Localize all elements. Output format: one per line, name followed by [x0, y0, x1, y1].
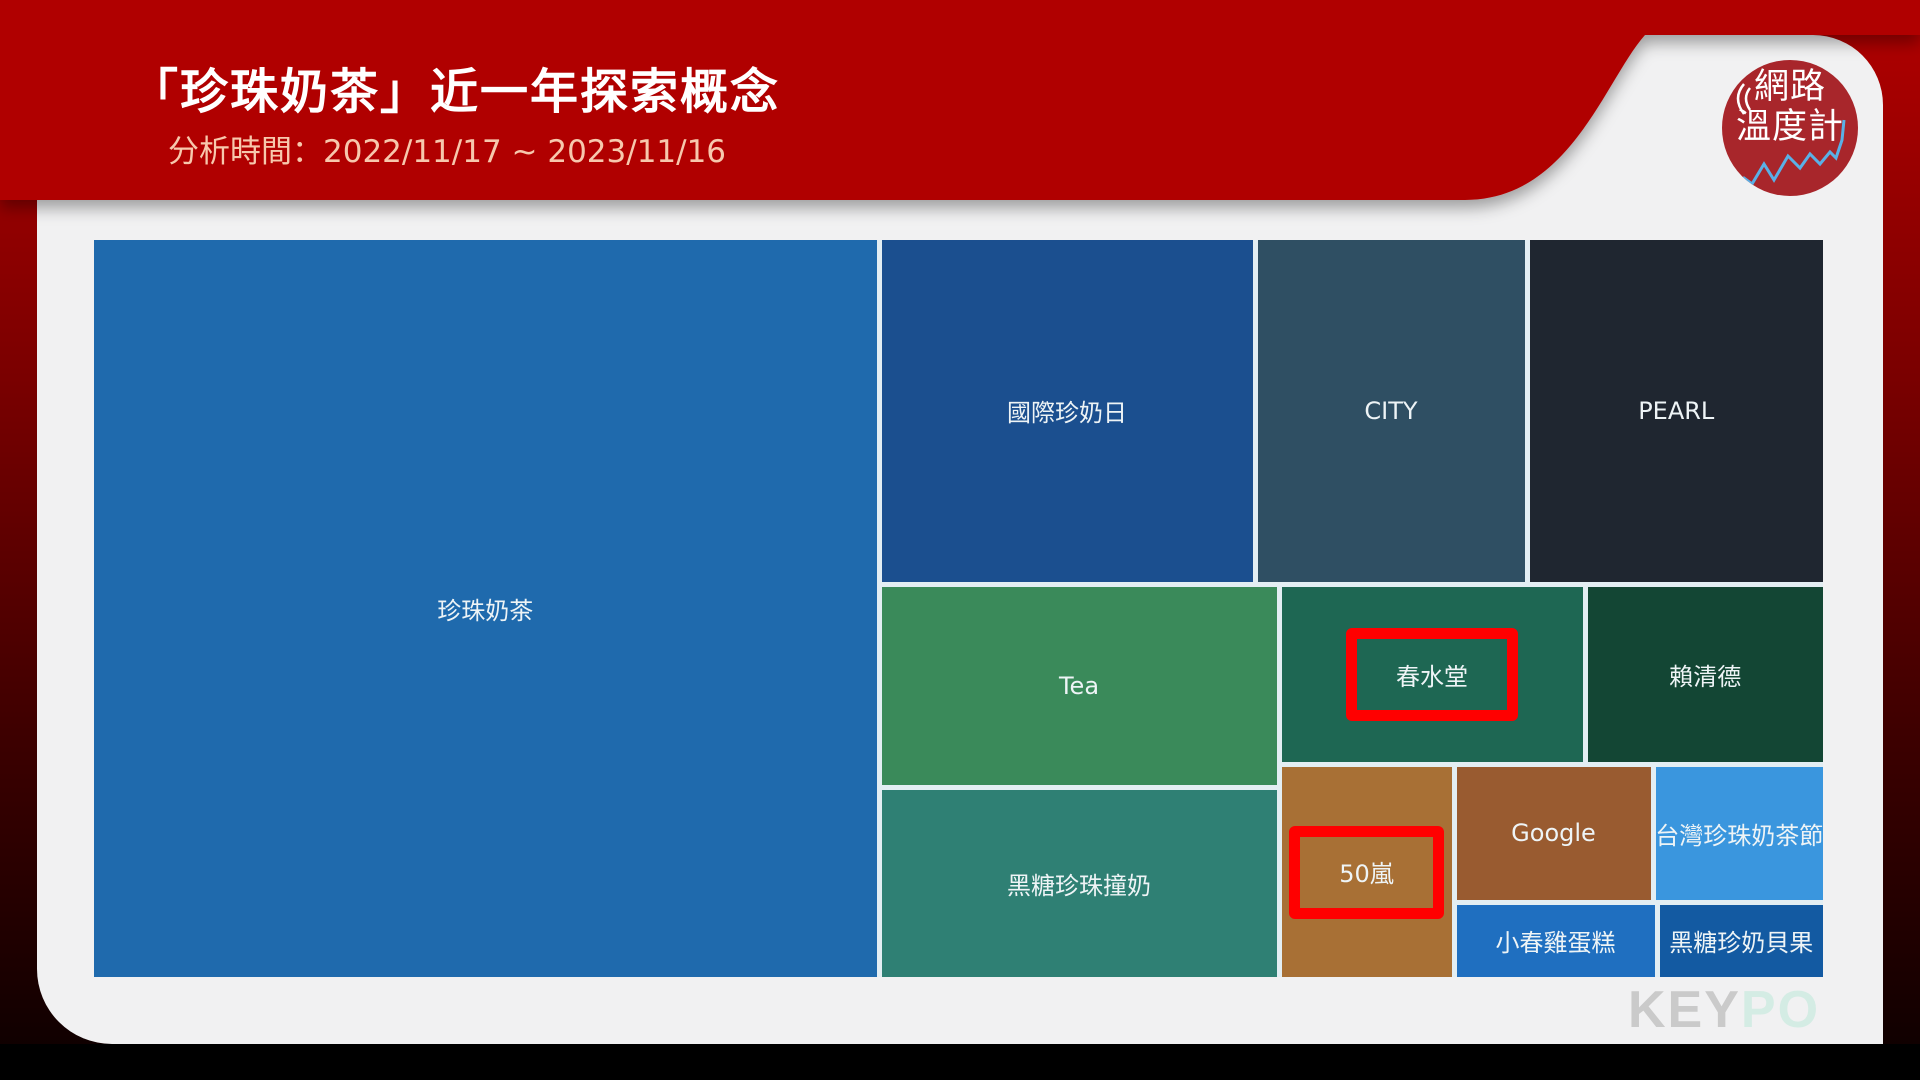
- treemap-tile[interactable]: 50嵐: [1281, 766, 1452, 977]
- treemap-tile-label: Tea: [1058, 671, 1100, 700]
- treemap-tile[interactable]: 珍珠奶茶: [94, 240, 877, 977]
- treemap-tile[interactable]: 小春雞蛋糕: [1456, 904, 1655, 977]
- treemap-tile-label: PEARL: [1638, 396, 1715, 425]
- treemap-tile[interactable]: 國際珍奶日: [881, 240, 1253, 582]
- treemap-tile-label: 台灣珍珠奶茶節: [1655, 821, 1824, 850]
- treemap-tile[interactable]: Google: [1456, 766, 1651, 900]
- treemap-tile-label: 黑糖珍奶貝果: [1669, 929, 1814, 958]
- treemap-tile[interactable]: 台灣珍珠奶茶節: [1655, 766, 1824, 900]
- page-title: 「珍珠奶茶」近一年探索概念: [130, 64, 781, 120]
- keypo-watermark: KEYPO: [1628, 980, 1820, 1040]
- treemap-tile-label: CITY: [1364, 396, 1418, 425]
- analysis-period: 分析時間：2022/11/17 ~ 2023/11/16: [168, 134, 727, 170]
- treemap-chart: 珍珠奶茶 國際珍奶日 CITY PEARL Tea 黑糖珍珠撞奶 春水堂 賴清德 50嵐 Goog…: [94, 240, 1823, 977]
- treemap-tile-label: Google: [1511, 819, 1596, 847]
- treemap-tile-label: 賴清德: [1669, 662, 1742, 691]
- thermometer-trend-icon: [1731, 83, 1846, 190]
- brand-logo: 網路 溫度計: [1722, 60, 1858, 196]
- treemap-tile-label: 珍珠奶茶: [437, 597, 534, 625]
- treemap-tile[interactable]: 春水堂: [1281, 586, 1583, 762]
- treemap-tile[interactable]: 賴清德: [1587, 586, 1823, 762]
- treemap-tile[interactable]: PEARL: [1529, 240, 1823, 582]
- treemap-tile-label: 小春雞蛋糕: [1495, 929, 1616, 958]
- treemap-tile-label: 黑糖珍珠撞奶: [1007, 871, 1151, 900]
- bottom-band: [0, 1044, 1920, 1080]
- treemap-tile[interactable]: 黑糖珍奶貝果: [1659, 904, 1823, 977]
- treemap-tile[interactable]: 黑糖珍珠撞奶: [881, 789, 1277, 977]
- highlight-box: [1289, 825, 1444, 919]
- watermark-po: PO: [1740, 981, 1821, 1039]
- watermark-key: KEY: [1628, 981, 1741, 1039]
- treemap-tile[interactable]: Tea: [881, 586, 1277, 785]
- treemap-tile-label: 國際珍奶日: [1007, 399, 1127, 428]
- treemap-tile[interactable]: CITY: [1257, 240, 1525, 582]
- highlight-box: [1346, 627, 1518, 721]
